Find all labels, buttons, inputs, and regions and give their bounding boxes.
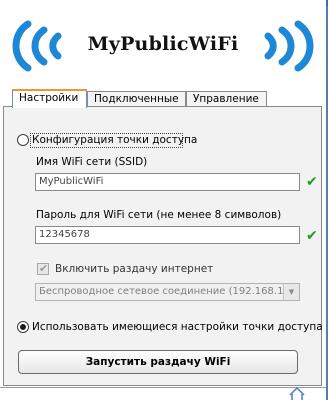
home-icon[interactable] [289,387,305,400]
password-label: Пароль для WiFi сети (не менее 8 символо… [36,209,282,221]
connection-select[interactable]: Беспроводное сетевое соединение (192.168… [35,283,300,301]
use-existing-radio[interactable] [17,321,29,333]
hotspot-config-label[interactable]: Конфигурация точки доступа [32,134,197,146]
password-input[interactable]: 12345678 [35,226,300,244]
tab-connected[interactable]: Подключенные [87,91,186,107]
connection-select-value: Беспроводное сетевое соединение (192.168… [39,286,293,297]
checkbox-check-icon: ✔ [39,262,49,275]
ssid-input[interactable]: MyPublicWiFi [35,173,300,191]
settings-panel [3,106,322,386]
app-window: MyPublicWiFi Настройки Подключенные Упра… [0,0,328,400]
ssid-label: Имя WiFi сети (SSID) [36,156,148,168]
wifi-waves-right-icon [264,20,314,72]
use-existing-label[interactable]: Использовать имеющиеся настройки точки д… [32,321,323,333]
hotspot-config-radio[interactable] [17,134,29,146]
share-internet-checkbox[interactable]: ✔ [37,262,49,275]
tab-settings[interactable]: Настройки [12,89,87,108]
checkmark-icon: ✔ [306,228,318,244]
share-internet-label: Включить раздачу интернет [55,263,214,275]
tab-management[interactable]: Управление [186,91,267,107]
checkmark-icon: ✔ [306,174,318,190]
chevron-down-icon[interactable]: ▼ [283,284,299,300]
app-header: MyPublicWiFi [0,0,326,86]
status-divider [0,387,326,388]
start-hotspot-button[interactable]: Запустить раздачу WiFi [18,350,298,374]
